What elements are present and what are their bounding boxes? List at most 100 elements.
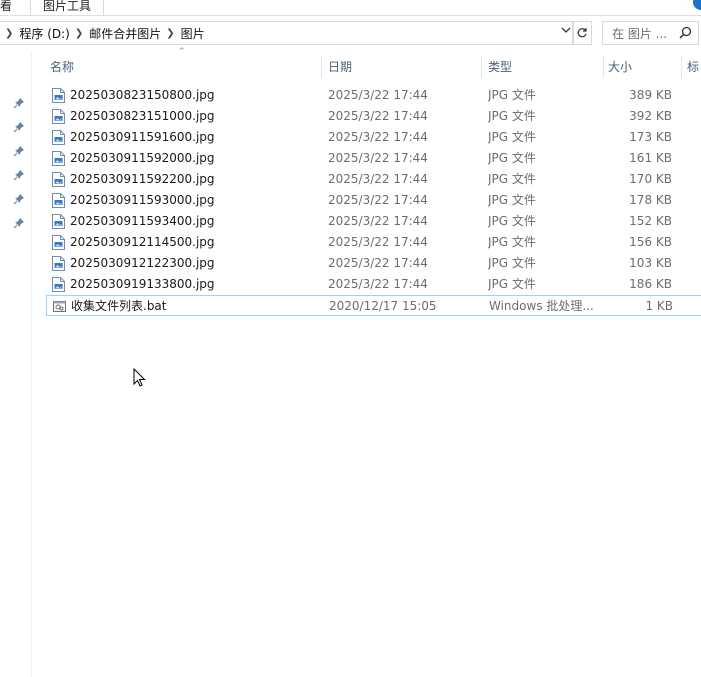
file-type: Windows 批处理... — [489, 299, 594, 313]
address-bar[interactable]: ❯ 程序 (D:) ❯ 邮件合并图片 ❯ 图片 — [0, 21, 574, 45]
table-row[interactable]: 2025030911593000.jpg 2025/3/22 17:44 JPG 文… — [46, 190, 701, 211]
file-name: 2025030912122300.jpg — [70, 256, 215, 270]
pin-icon[interactable] — [13, 169, 25, 181]
ribbon: 看 图片工具 ⌃ — [0, 0, 701, 16]
table-row[interactable]: 2025030823151000.jpg 2025/3/22 17:44 JPG 文… — [46, 106, 701, 127]
file-size: 156 KB — [629, 235, 672, 249]
file-size: 389 KB — [629, 88, 672, 102]
table-row[interactable]: 2025030912114500.jpg 2025/3/22 17:44 JPG 文… — [46, 232, 701, 253]
mouse-cursor-icon — [133, 368, 146, 387]
table-row[interactable]: 2025030912122300.jpg 2025/3/22 17:44 JPG 文… — [46, 253, 701, 274]
chevron-right-icon[interactable]: ❯ — [70, 28, 89, 39]
navigation-pane[interactable] — [0, 52, 32, 677]
table-row[interactable]: 2025030911592000.jpg 2025/3/22 17:44 JPG 文… — [46, 148, 701, 169]
ribbon-tab-view[interactable]: 看 — [0, 0, 16, 16]
file-date: 2025/3/22 17:44 — [328, 172, 428, 186]
column-header-name[interactable]: 名称 — [46, 56, 320, 78]
table-row[interactable]: 2025030911591600.jpg 2025/3/22 17:44 JPG 文… — [46, 127, 701, 148]
file-type: JPG 文件 — [488, 130, 536, 144]
address-row: ❯ 程序 (D:) ❯ 邮件合并图片 ❯ 图片 在 图片 ... — [0, 20, 701, 46]
bat-file-icon — [53, 301, 66, 312]
file-type: JPG 文件 — [488, 172, 536, 186]
file-date: 2025/3/22 17:44 — [328, 151, 428, 165]
jpg-file-icon — [52, 151, 65, 166]
pin-icon[interactable] — [13, 193, 25, 205]
file-name: 2025030823150800.jpg — [70, 88, 215, 102]
column-header-type[interactable]: 类型 — [484, 56, 602, 78]
file-date: 2025/3/22 17:44 — [328, 88, 428, 102]
file-size: 186 KB — [629, 277, 672, 291]
file-name: 2025030912114500.jpg — [70, 235, 215, 249]
table-row[interactable]: 2025030911593400.jpg 2025/3/22 17:44 JPG 文… — [46, 211, 701, 232]
chevron-right-icon[interactable]: ❯ — [0, 28, 19, 39]
breadcrumb-drive[interactable]: 程序 (D:) — [19, 25, 69, 42]
column-header-date[interactable]: 日期 — [324, 56, 480, 78]
pin-icon[interactable] — [13, 97, 25, 109]
jpg-file-icon — [52, 109, 65, 124]
help-icon[interactable] — [693, 0, 701, 10]
ribbon-tab-picture-tools[interactable]: 图片工具 — [30, 0, 105, 16]
file-date: 2025/3/22 17:44 — [328, 109, 428, 123]
chevron-down-icon[interactable] — [561, 25, 571, 38]
search-input[interactable]: 在 图片 ... — [602, 21, 699, 45]
file-date: 2025/3/22 17:44 — [328, 193, 428, 207]
pin-icon[interactable] — [13, 217, 25, 229]
table-row[interactable]: 收集文件列表.bat 2020/12/17 15:05 Windows 批处理...… — [46, 295, 701, 316]
jpg-file-icon — [52, 130, 65, 145]
refresh-button[interactable] — [572, 21, 592, 45]
file-name: 2025030911593400.jpg — [70, 214, 215, 228]
file-name: 2025030911593000.jpg — [70, 193, 215, 207]
file-date: 2025/3/22 17:44 — [328, 235, 428, 249]
file-type: JPG 文件 — [488, 151, 536, 165]
file-name: 2025030911592200.jpg — [70, 172, 215, 186]
pin-icon[interactable] — [13, 145, 25, 157]
jpg-file-icon — [52, 277, 65, 292]
table-row[interactable]: 2025030823150800.jpg 2025/3/22 17:44 JPG 文… — [46, 85, 701, 106]
chevron-right-icon[interactable]: ❯ — [161, 28, 180, 39]
file-date: 2020/12/17 15:05 — [329, 299, 437, 313]
jpg-file-icon — [52, 88, 65, 103]
jpg-file-icon — [52, 214, 65, 229]
file-list[interactable]: ⌃ 名称 日期 类型 大小 标 2025030823150800.jpg 2025… — [32, 47, 701, 677]
jpg-file-icon — [52, 256, 65, 271]
search-icon[interactable] — [679, 26, 692, 42]
file-name: 2025030911592000.jpg — [70, 151, 215, 165]
file-size: 152 KB — [629, 214, 672, 228]
file-type: JPG 文件 — [488, 277, 536, 291]
column-header-size[interactable]: 大小 — [604, 56, 680, 78]
jpg-file-icon — [52, 172, 65, 187]
jpg-file-icon — [52, 235, 65, 250]
table-row[interactable]: 2025030911592200.jpg 2025/3/22 17:44 JPG 文… — [46, 169, 701, 190]
file-size: 392 KB — [629, 109, 672, 123]
file-name: 收集文件列表.bat — [71, 299, 167, 313]
table-row[interactable]: 2025030919133800.jpg 2025/3/22 17:44 JPG 文… — [46, 274, 701, 295]
file-date: 2025/3/22 17:44 — [328, 277, 428, 291]
file-size: 178 KB — [629, 193, 672, 207]
column-divider[interactable] — [321, 56, 322, 78]
file-size: 170 KB — [629, 172, 672, 186]
file-size: 173 KB — [629, 130, 672, 144]
file-name: 2025030919133800.jpg — [70, 277, 215, 291]
jpg-file-icon — [52, 193, 65, 208]
search-placeholder: 在 图片 ... — [612, 26, 668, 41]
file-size: 161 KB — [629, 151, 672, 165]
refresh-icon — [577, 28, 587, 38]
ribbon-collapse-icon[interactable]: ⌃ — [679, 0, 687, 8]
breadcrumb-current[interactable]: 图片 — [181, 25, 205, 42]
column-divider[interactable] — [481, 56, 482, 78]
file-name: 2025030911591600.jpg — [70, 130, 215, 144]
file-type: JPG 文件 — [488, 109, 536, 123]
file-type: JPG 文件 — [488, 214, 536, 228]
column-header-tags[interactable]: 标 — [683, 56, 701, 78]
file-type: JPG 文件 — [488, 235, 536, 249]
file-size: 103 KB — [629, 256, 672, 270]
file-date: 2025/3/22 17:44 — [328, 256, 428, 270]
file-type: JPG 文件 — [488, 256, 536, 270]
file-type: JPG 文件 — [488, 193, 536, 207]
file-date: 2025/3/22 17:44 — [328, 130, 428, 144]
pin-icon[interactable] — [13, 121, 25, 133]
file-size: 1 KB — [645, 299, 673, 313]
file-name: 2025030823151000.jpg — [70, 109, 215, 123]
breadcrumb-folder[interactable]: 邮件合并图片 — [89, 25, 161, 42]
column-divider[interactable] — [681, 56, 682, 78]
